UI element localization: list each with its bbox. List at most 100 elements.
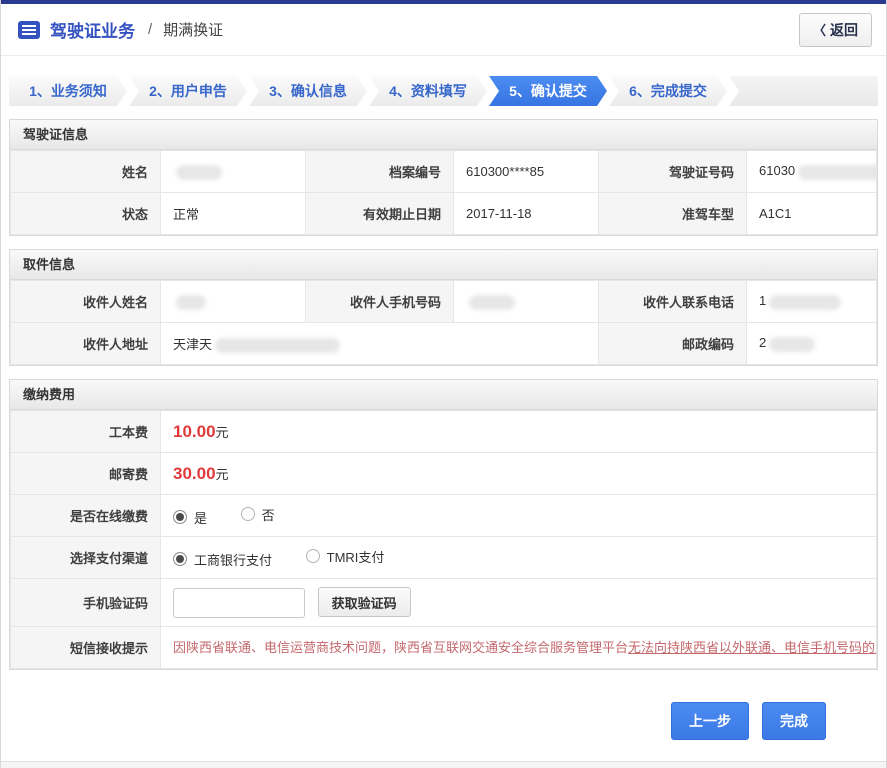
recipient-mobile-label: 收件人手机号码	[305, 280, 454, 323]
mailing-fee-amount: 30.00	[173, 463, 216, 483]
redacted-recipient-phone	[769, 294, 842, 310]
status-value: 正常	[160, 192, 306, 235]
name-label: 姓名	[10, 150, 161, 193]
channel-tmri-label: TMRI支付	[326, 549, 385, 565]
back-chevron-icon: 〈	[812, 23, 826, 38]
currency-unit: 元	[215, 424, 229, 440]
redacted-recipient-mobile	[469, 294, 515, 310]
redacted-name	[176, 164, 222, 180]
recipient-mobile-value	[453, 280, 599, 323]
redacted-license-no	[798, 164, 876, 180]
license-info-section: 驾驶证信息 姓名 档案编号 610300****85 驾驶证号码 61030X …	[9, 119, 878, 236]
postal-code-value: 2	[746, 322, 877, 365]
license-no-value: 61030X	[746, 150, 877, 193]
sms-notice-label: 短信接收提示	[10, 626, 161, 669]
license-info-table: 姓名 档案编号 610300****85 驾驶证号码 61030X 状态 正常 …	[10, 150, 877, 235]
channel-icbc-label: 工商银行支付	[194, 552, 273, 568]
step-4: 4、资料填写	[369, 76, 487, 106]
sms-code-input[interactable]	[173, 588, 305, 618]
step-5-current: 5、确认提交	[489, 76, 607, 106]
online-payment-yes-radio[interactable]: 是	[173, 508, 207, 527]
status-label: 状态	[10, 192, 161, 235]
postal-code-prefix: 2	[759, 335, 767, 351]
get-code-button[interactable]: 获取验证码	[317, 587, 411, 617]
radio-checked-icon	[173, 552, 187, 566]
payment-table: 工本费 10.00元 邮寄费 30.00元 是否在线缴费 是 否 选择支付渠道 …	[10, 410, 877, 669]
form-actions: 上一步 完成	[1, 670, 886, 750]
sms-code-field-cell: 获取验证码	[160, 578, 877, 627]
table-row: 收件人地址 天津天 邮政编码 2	[10, 322, 877, 365]
recipient-address-prefix: 天津天	[173, 336, 213, 352]
table-row: 姓名 档案编号 610300****85 驾驶证号码 61030X	[10, 150, 877, 193]
recipient-name-value	[160, 280, 306, 323]
table-row: 短信接收提示 因陕西省联通、电信运营商技术问题，陕西省互联网交通安全综合服务管理…	[10, 626, 877, 669]
footer-strip	[1, 761, 886, 768]
online-yes-label: 是	[194, 510, 208, 526]
recipient-name-label: 收件人姓名	[10, 280, 161, 323]
pickup-info-title: 取件信息	[10, 250, 877, 280]
notice-underlined: 无法向持陕西省以外联通、电信手机号码的用户发送短信,	[628, 639, 876, 655]
wizard-step-bar: 1、业务须知 2、用户申告 3、确认信息 4、资料填写 5、确认提交 6、完成提…	[9, 76, 878, 106]
step-3: 3、确认信息	[249, 76, 367, 106]
radio-unchecked-icon	[240, 507, 255, 521]
notice-part1: 因陕西省联通、电信运营商技术问题，陕西省互联网交通安全综合服务管理平台	[173, 639, 629, 655]
table-row: 状态 正常 有效期止日期 2017-11-18 准驾车型 A1C1	[10, 192, 877, 235]
breadcrumb: 驾驶证业务 / 期满换证	[17, 17, 223, 42]
vehicle-class-label: 准驾车型	[598, 192, 747, 235]
form-list-icon	[17, 20, 41, 40]
finish-button[interactable]: 完成	[762, 702, 826, 740]
online-payment-label: 是否在线缴费	[10, 494, 161, 537]
breadcrumb-separator: /	[148, 21, 153, 38]
vehicle-class-value: A1C1	[746, 192, 877, 235]
production-fee-value: 10.00元	[160, 410, 877, 453]
previous-step-button[interactable]: 上一步	[671, 702, 749, 740]
payment-title: 缴纳费用	[10, 380, 877, 410]
valid-until-label: 有效期止日期	[305, 192, 454, 235]
license-info-title: 驾驶证信息	[10, 120, 877, 150]
online-no-label: 否	[261, 507, 275, 523]
production-fee-label: 工本费	[10, 410, 161, 453]
currency-unit: 元	[215, 466, 229, 482]
table-row: 收件人姓名 收件人手机号码 收件人联系电话 1	[10, 280, 877, 323]
production-fee-amount: 10.00	[173, 421, 216, 441]
channel-icbc-radio[interactable]: 工商银行支付	[173, 550, 272, 569]
name-value	[160, 150, 306, 193]
recipient-address-label: 收件人地址	[10, 322, 161, 365]
step-1: 1、业务须知	[9, 76, 127, 106]
page-header: 驾驶证业务 / 期满换证 〈 返回	[1, 4, 886, 56]
back-button[interactable]: 〈 返回	[798, 12, 872, 47]
license-renewal-page: 驾驶证业务 / 期满换证 〈 返回 1、业务须知 2、用户申告 3、确认信息 4…	[0, 0, 887, 768]
sms-notice-text: 因陕西省联通、电信运营商技术问题，陕西省互联网交通安全综合服务管理平台无法向持陕…	[160, 626, 877, 669]
step-bar-filler	[729, 76, 878, 106]
table-row: 工本费 10.00元	[10, 410, 877, 453]
payment-channel-options: 工商银行支付 TMRI支付	[160, 536, 877, 579]
recipient-address-value: 天津天	[160, 322, 599, 365]
pickup-info-table: 收件人姓名 收件人手机号码 收件人联系电话 1 收件人地址 天津天 邮政编码 2	[10, 280, 877, 365]
pickup-info-section: 取件信息 收件人姓名 收件人手机号码 收件人联系电话 1 收件人地址 天津天 邮…	[9, 249, 878, 366]
radio-checked-icon	[173, 510, 187, 524]
redacted-recipient-name	[176, 294, 206, 310]
recipient-phone-label: 收件人联系电话	[598, 280, 747, 323]
recipient-phone-prefix: 1	[759, 293, 767, 309]
redacted-postal-code	[769, 336, 816, 352]
table-row: 手机验证码 获取验证码	[10, 578, 877, 627]
file-no-label: 档案编号	[305, 150, 454, 193]
step-6: 6、完成提交	[609, 76, 727, 106]
online-payment-no-radio[interactable]: 否	[240, 505, 275, 524]
postal-code-label: 邮政编码	[598, 322, 747, 365]
license-no-label: 驾驶证号码	[598, 150, 747, 193]
payment-section: 缴纳费用 工本费 10.00元 邮寄费 30.00元 是否在线缴费 是 否 选择…	[9, 379, 878, 670]
recipient-phone-value: 1	[746, 280, 877, 323]
channel-tmri-radio[interactable]: TMRI支付	[305, 547, 385, 566]
valid-until-value: 2017-11-18	[453, 192, 599, 235]
redacted-recipient-address	[215, 338, 341, 354]
page-title: 驾驶证业务	[50, 22, 135, 41]
back-button-label: 返回	[830, 21, 858, 38]
mailing-fee-value: 30.00元	[160, 452, 877, 495]
step-2: 2、用户申告	[129, 76, 247, 106]
license-no-prefix: 61030	[759, 163, 796, 179]
mailing-fee-label: 邮寄费	[10, 452, 161, 495]
table-row: 选择支付渠道 工商银行支付 TMRI支付	[10, 536, 877, 579]
file-no-value: 610300****85	[453, 150, 599, 193]
sms-code-label: 手机验证码	[10, 578, 161, 627]
